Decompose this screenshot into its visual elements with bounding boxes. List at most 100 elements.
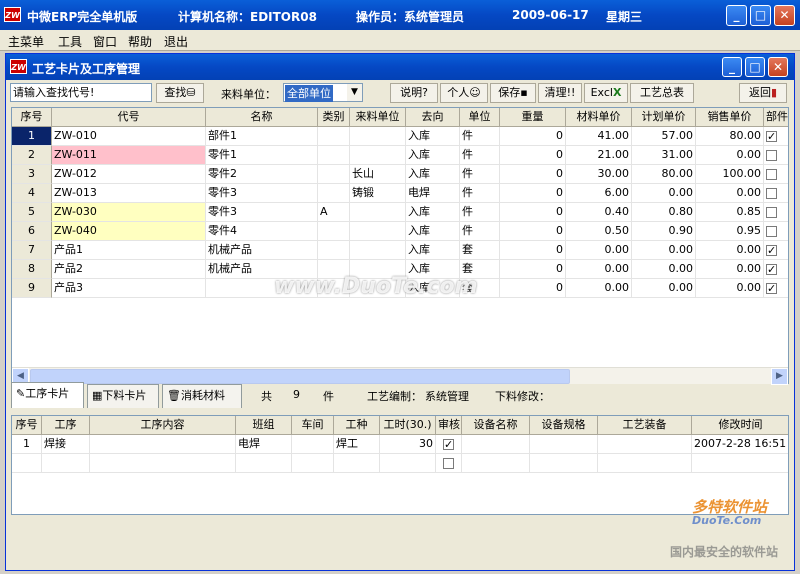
op-cell-team[interactable]: 电焊 <box>236 435 292 454</box>
cell-weight[interactable]: 0 <box>500 222 566 241</box>
excel-button[interactable]: ExclX <box>584 83 628 103</box>
minimize-button[interactable]: _ <box>726 5 747 26</box>
cell-weight[interactable]: 0 <box>500 127 566 146</box>
op-cell-hours[interactable]: 30 <box>380 435 436 454</box>
cell-no[interactable]: 5 <box>12 203 52 222</box>
table-row[interactable]: 3 ZW-012 零件2 长山 入库件 0 30.00 80.00 100.00 <box>12 165 788 184</box>
op-col-team[interactable]: 班组 <box>236 416 292 435</box>
cell-cat[interactable] <box>318 222 350 241</box>
cell-plan[interactable]: 0.00 <box>632 260 696 279</box>
cell-name[interactable]: 零件3 <box>206 184 318 203</box>
cell-sale[interactable]: 0.85 <box>696 203 764 222</box>
cell-dest[interactable]: 入库 <box>406 127 460 146</box>
close-button[interactable]: ✕ <box>774 5 795 26</box>
save-button[interactable]: 保存▪ <box>490 83 536 103</box>
cell-src[interactable] <box>350 241 406 260</box>
col-header-plan-price[interactable]: 计划单价 <box>632 108 696 127</box>
op-cell-trade[interactable]: 焊工 <box>334 435 380 454</box>
cell-src[interactable] <box>350 127 406 146</box>
search-input[interactable]: 请输入查找代号! <box>10 83 152 102</box>
cell-sale[interactable]: 0.00 <box>696 241 764 260</box>
menu-tools[interactable]: 工具 <box>58 33 82 50</box>
cell-plan[interactable]: 31.00 <box>632 146 696 165</box>
cell-plan[interactable]: 0.80 <box>632 203 696 222</box>
op-cell-no[interactable]: 1 <box>12 435 42 454</box>
cell-cat[interactable]: A <box>318 203 350 222</box>
cell-name[interactable]: 零件3 <box>206 203 318 222</box>
op-cell-shop[interactable] <box>292 454 334 473</box>
cell-weight[interactable]: 0 <box>500 165 566 184</box>
op-cell-spec[interactable] <box>530 454 598 473</box>
part-checkbox[interactable] <box>766 187 777 199</box>
scroll-thumb[interactable] <box>30 369 570 384</box>
cell-plan[interactable]: 57.00 <box>632 127 696 146</box>
op-cell-tooling[interactable] <box>598 435 692 454</box>
cell-src[interactable]: 长山 <box>350 165 406 184</box>
cell-unit[interactable]: 件 <box>460 184 500 203</box>
op-col-tooling[interactable]: 工艺装备 <box>598 416 692 435</box>
cell-mat[interactable]: 0.00 <box>566 279 632 298</box>
cell-mat[interactable]: 30.00 <box>566 165 632 184</box>
audit-checkbox[interactable] <box>443 457 454 469</box>
op-col-audit[interactable]: 审核 <box>436 416 462 435</box>
cell-code[interactable]: ZW-013 <box>52 184 206 203</box>
part-checkbox[interactable] <box>766 242 777 259</box>
menu-window[interactable]: 窗口 <box>93 33 117 50</box>
tab-consumables[interactable]: 🗑消耗材料 <box>162 384 242 408</box>
col-header-no[interactable]: 序号 <box>12 108 52 127</box>
cell-name[interactable]: 零件2 <box>206 165 318 184</box>
op-cell-tooling[interactable] <box>598 454 692 473</box>
op-cell-op[interactable]: 焊接 <box>42 435 90 454</box>
cell-mat[interactable]: 6.00 <box>566 184 632 203</box>
col-header-part[interactable]: 部件 <box>764 108 788 127</box>
op-cell-content[interactable] <box>90 454 236 473</box>
cell-code[interactable]: 产品3 <box>52 279 206 298</box>
part-checkbox[interactable] <box>766 280 777 297</box>
col-header-destination[interactable]: 去向 <box>406 108 460 127</box>
child-minimize-button[interactable]: _ <box>722 57 742 77</box>
op-cell-trade[interactable] <box>334 454 380 473</box>
cell-no[interactable]: 1 <box>12 127 52 146</box>
op-cell-content[interactable] <box>90 435 236 454</box>
cell-code[interactable]: ZW-010 <box>52 127 206 146</box>
op-cell-op[interactable] <box>42 454 90 473</box>
cell-code[interactable]: ZW-040 <box>52 222 206 241</box>
op-col-content[interactable]: 工序内容 <box>90 416 236 435</box>
explain-button[interactable]: 说明? <box>390 83 438 103</box>
cell-name[interactable]: 机械产品 <box>206 241 318 260</box>
cell-mat[interactable]: 0.40 <box>566 203 632 222</box>
personal-button[interactable]: 个人☺ <box>440 83 488 103</box>
cell-no[interactable]: 6 <box>12 222 52 241</box>
cell-cat[interactable] <box>318 241 350 260</box>
cell-no[interactable]: 7 <box>12 241 52 260</box>
cell-sale[interactable]: 0.00 <box>696 260 764 279</box>
cell-weight[interactable]: 0 <box>500 184 566 203</box>
op-cell-shop[interactable] <box>292 435 334 454</box>
cell-code[interactable]: ZW-030 <box>52 203 206 222</box>
cell-sale[interactable]: 0.00 <box>696 146 764 165</box>
op-col-equipment[interactable]: 设备名称 <box>462 416 530 435</box>
cell-mat[interactable]: 0.00 <box>566 241 632 260</box>
col-header-source[interactable]: 来料单位 <box>350 108 406 127</box>
part-checkbox[interactable] <box>766 128 777 145</box>
col-header-material-price[interactable]: 材料单价 <box>566 108 632 127</box>
op-cell-hours[interactable] <box>380 454 436 473</box>
col-header-name[interactable]: 名称 <box>206 108 318 127</box>
cell-name[interactable]: 零件4 <box>206 222 318 241</box>
table-row[interactable]: 5 ZW-030 零件3 A 入库件 0 0.40 0.80 0.85 <box>12 203 788 222</box>
col-header-category[interactable]: 类别 <box>318 108 350 127</box>
item-table-hscrollbar[interactable]: ◀ ▶ <box>12 367 788 385</box>
cell-plan[interactable]: 0.90 <box>632 222 696 241</box>
op-cell-time[interactable] <box>692 454 788 473</box>
col-header-sale-price[interactable]: 销售单价 <box>696 108 764 127</box>
process-row[interactable] <box>12 454 788 473</box>
cell-mat[interactable]: 21.00 <box>566 146 632 165</box>
cell-mat[interactable]: 0.50 <box>566 222 632 241</box>
process-total-button[interactable]: 工艺总表 <box>630 83 694 103</box>
clear-button[interactable]: 清理!! <box>538 83 582 103</box>
cell-dest[interactable]: 入库 <box>406 203 460 222</box>
cell-src[interactable] <box>350 203 406 222</box>
cell-no[interactable]: 3 <box>12 165 52 184</box>
part-checkbox[interactable] <box>766 149 777 161</box>
cell-no[interactable]: 2 <box>12 146 52 165</box>
